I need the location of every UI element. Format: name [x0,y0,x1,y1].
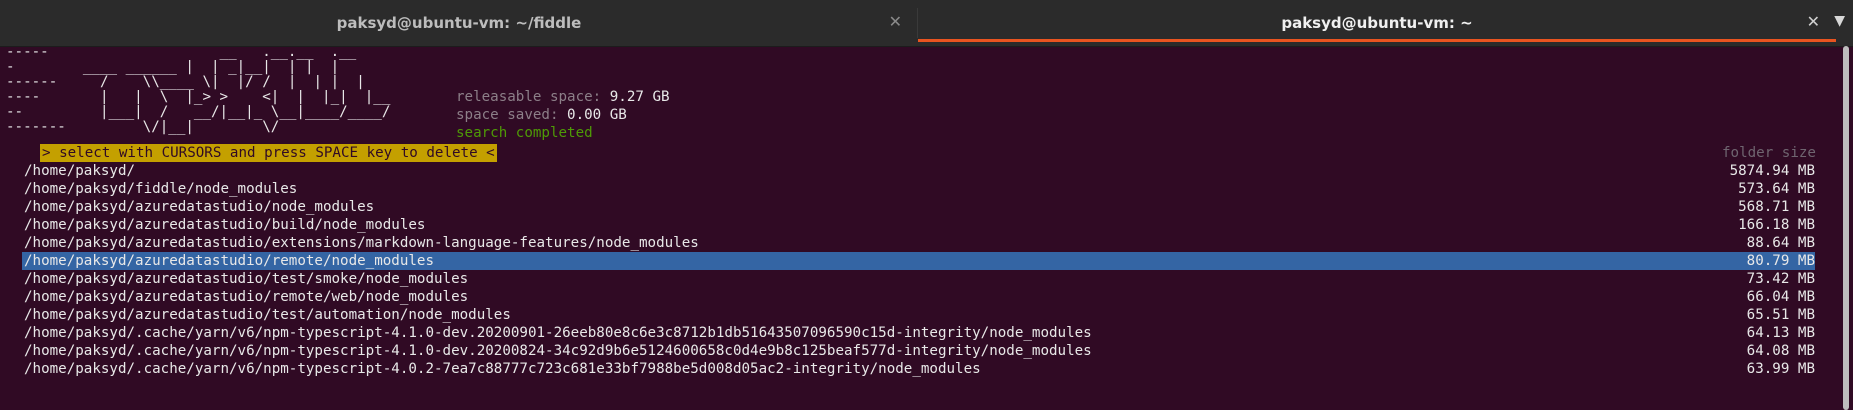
close-icon[interactable]: ✕ [1807,12,1820,31]
folder-size: 73.42 MB [1746,271,1815,287]
list-item[interactable]: /home/paksyd/fiddle/node_modules 573.64 M… [22,180,1815,198]
list-item[interactable]: /home/paksyd/azuredatastudio/test/automa… [22,306,1815,324]
folder-path: /home/paksyd/azuredatastudio/remote/web/… [24,289,469,305]
list-item[interactable]: /home/paksyd/azuredatastudio/extensions/… [22,234,1815,252]
list-item[interactable]: /home/paksyd/.cache/yarn/v6/npm-typescri… [22,324,1815,342]
list-item[interactable]: /home/paksyd/.cache/yarn/v6/npm-typescri… [22,360,1815,378]
tab-title: paksyd@ubuntu-vm: ~ [1281,14,1473,32]
folder-size: 5874.94 MB [1729,163,1815,179]
list-item[interactable]: /home/paksyd/.cache/yarn/v6/npm-typescri… [22,342,1815,360]
space-saved: space saved: 0.00 GB [456,107,627,123]
list-item[interactable]: /home/paksyd/azuredatastudio/build/node_… [22,216,1815,234]
folder-path: /home/paksyd/fiddle/node_modules [24,181,298,197]
releasable-space: releasable space: 9.27 GB [456,89,670,105]
folder-path: /home/paksyd/ [24,163,136,179]
list-item[interactable]: /home/paksyd/azuredatastudio/remote/node… [22,252,1815,270]
folder-path: /home/paksyd/azuredatastudio/test/automa… [24,307,511,323]
tab-fiddle[interactable]: paksyd@ubuntu-vm: ~/fiddle ✕ [0,0,918,46]
folder-path: /home/paksyd/.cache/yarn/v6/npm-typescri… [24,343,1092,359]
list-item[interactable]: /home/paksyd/azuredatastudio/node_module… [22,198,1815,216]
folder-size: 66.04 MB [1746,289,1815,305]
instruction-banner: > select with CURSORS and press SPACE ke… [40,144,497,162]
folder-size: 80.79 MB [1746,253,1815,269]
folder-size: 88.64 MB [1746,235,1815,251]
status-text: search completed [456,125,593,141]
folder-size: 64.13 MB [1746,325,1815,341]
folder-path: /home/paksyd/azuredatastudio/node_module… [24,199,375,215]
folder-path: /home/paksyd/azuredatastudio/remote/node… [24,253,434,269]
folder-path: /home/paksyd/azuredatastudio/test/smoke/… [24,271,469,287]
logo-line: ------- \/|__| \/ [6,119,280,135]
folder-path: /home/paksyd/.cache/yarn/v6/npm-typescri… [24,325,1092,341]
terminal-output[interactable]: ----- __ .__.__ .__ - ____ ______ | | _|… [0,44,1853,410]
tab-title: paksyd@ubuntu-vm: ~/fiddle [336,14,582,32]
folder-size: 166.18 MB [1738,217,1815,233]
list-item[interactable]: /home/paksyd/azuredatastudio/test/smoke/… [22,270,1815,288]
tab-menu-icon[interactable]: ▼ [1834,13,1845,29]
folder-size: 573.64 MB [1738,181,1815,197]
folder-path: /home/paksyd/azuredatastudio/extensions/… [24,235,699,251]
folder-path: /home/paksyd/.cache/yarn/v6/npm-typescri… [24,361,981,377]
close-icon[interactable]: ✕ [889,12,902,31]
list-item[interactable]: /home/paksyd/azuredatastudio/remote/web/… [22,288,1815,306]
folder-size: 64.08 MB [1746,343,1815,359]
folder-size-header: folder size [1722,145,1816,161]
folder-size: 65.51 MB [1746,307,1815,323]
tab-home[interactable]: paksyd@ubuntu-vm: ~ ✕ [918,0,1836,46]
tab-bar: paksyd@ubuntu-vm: ~/fiddle ✕ paksyd@ubun… [0,0,1853,47]
active-tab-indicator [918,39,1836,42]
scrollbar[interactable] [1843,46,1849,410]
folder-size: 63.99 MB [1746,361,1815,377]
list-item[interactable]: /home/paksyd/5874.94 MB [22,162,1815,180]
folder-path: /home/paksyd/azuredatastudio/build/node_… [24,217,426,233]
folder-size: 568.71 MB [1738,199,1815,215]
